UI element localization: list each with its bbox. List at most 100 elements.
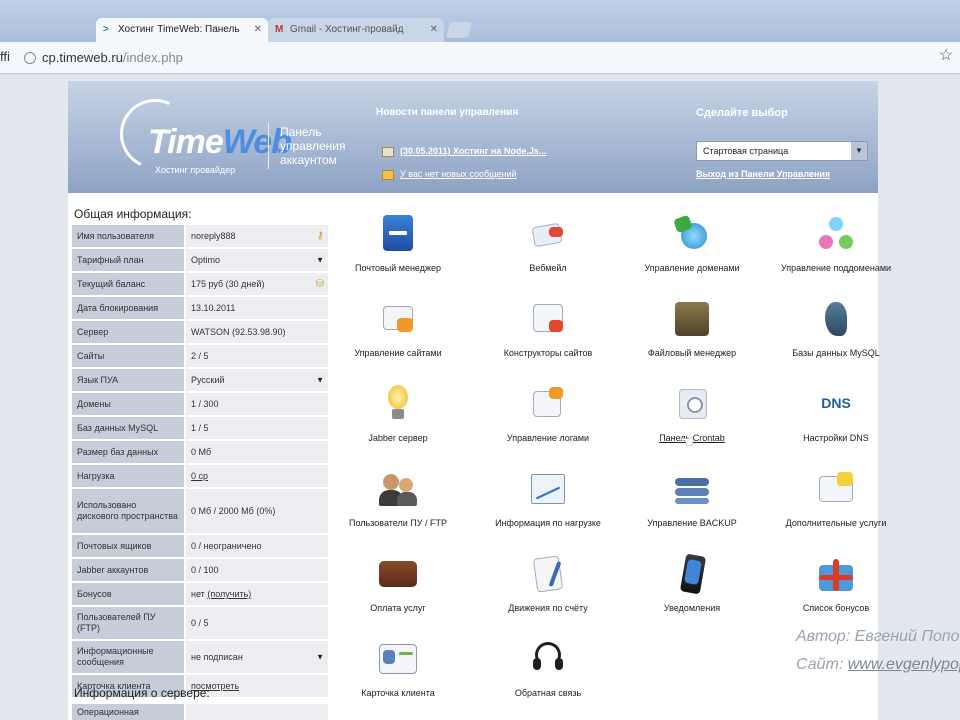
service-label: Информация по нагрузке (495, 518, 601, 528)
info-label: Дата блокирования (72, 297, 184, 319)
service-label: Управление доменами (644, 263, 740, 273)
info-row: Информационные сообщения не подписан ▼ (72, 641, 328, 673)
service-tile[interactable]: Информация по нагрузке (478, 468, 618, 528)
control-panel-page: TimeWeb Хостинг провайдер Панель управле… (68, 81, 891, 720)
service-label: Почтовый менеджер (354, 263, 442, 273)
service-label: Jabber сервер (368, 433, 428, 443)
service-tile[interactable]: Дополнительные услуги (766, 468, 906, 528)
close-icon[interactable]: ✕ (430, 18, 438, 42)
address-bar[interactable]: cp.timeweb.ru/index.php (18, 47, 938, 69)
service-tile[interactable]: Управление BACKUP (622, 468, 762, 528)
dropdown-icon[interactable]: ▼ (316, 653, 324, 662)
get-bonus-link[interactable]: (получить) (207, 589, 251, 599)
service-tile[interactable]: Jabber сервер (328, 383, 468, 443)
close-icon[interactable]: ✕ (254, 18, 262, 42)
info-row: Почтовых ящиков 0 / неограничено (72, 535, 328, 557)
url-host: cp.timeweb.ru (42, 50, 123, 65)
browser-tab-bar: > Хостинг TimeWeb: Панель ✕ M Gmail - Хо… (0, 0, 960, 42)
info-value[interactable]: 0 ср (186, 465, 328, 487)
service-label: Уведомления (663, 603, 721, 613)
service-tile[interactable]: Конструкторы сайтов (478, 298, 618, 358)
logo-divider (268, 123, 269, 169)
info-label: Информационные сообщения (72, 641, 184, 673)
service-label: Обратная связь (514, 688, 582, 698)
extra-services-icon (815, 468, 857, 510)
info-label: Пользователей ПУ (FTP) (72, 607, 184, 639)
info-row: Тарифный план Optimo ▼ (72, 249, 328, 271)
bookmark-star-icon[interactable]: ☆ (936, 46, 956, 66)
service-tile[interactable]: Обратная связь (478, 638, 618, 698)
info-row: Дата блокирования 13.10.2011 (72, 297, 328, 319)
subdomains-icon (815, 213, 857, 255)
info-value: 1 / 300 (186, 393, 328, 415)
info-label: Тарифный план (72, 249, 184, 271)
watermark-site: Сайт: www.evgenlypopov (796, 656, 960, 673)
info-label: Нагрузка (72, 465, 184, 487)
jabber-bulb-icon (377, 383, 419, 425)
headset-icon (527, 638, 569, 680)
service-tile[interactable]: Вебмейл (478, 213, 618, 273)
server-info-row: Операционная (72, 704, 328, 720)
info-label: Сервер (72, 321, 184, 343)
tab-gmail[interactable]: M Gmail - Хостинг-провайд ✕ (268, 18, 444, 42)
service-tile[interactable]: Управление доменами (622, 213, 762, 273)
info-label: Текущий баланс (72, 273, 184, 295)
page-header: TimeWeb Хостинг провайдер Панель управле… (68, 81, 878, 193)
service-tile[interactable]: Файловый менеджер (622, 298, 762, 358)
service-label: Список бонусов (802, 603, 870, 613)
info-row: Нагрузка 0 ср (72, 465, 328, 487)
info-row: Размер баз данных 0 Мб (72, 441, 328, 463)
service-tile[interactable]: Оплата услуг (328, 553, 468, 613)
info-value: Optimo ▼ (186, 249, 328, 271)
service-tile[interactable]: Управление логами (478, 383, 618, 443)
dropdown-icon[interactable]: ▼ (316, 376, 324, 385)
gmail-icon: M (275, 24, 284, 35)
new-tab-button[interactable] (445, 22, 473, 38)
service-label: Файловый менеджер (647, 348, 737, 358)
info-row: Имя пользователя noreply888 ⚷ (72, 225, 328, 247)
key-icon: ⚷ (316, 230, 324, 242)
domains-icon (671, 213, 713, 255)
backup-icon (671, 468, 713, 510)
info-label: Бонусов (72, 583, 184, 605)
service-tile[interactable]: Управление сайтами (328, 298, 468, 358)
timeweb-logo[interactable]: TimeWeb (148, 123, 292, 162)
info-label: Использовано дискового пространства (72, 489, 184, 533)
service-label: Вебмейл (529, 263, 567, 273)
info-label: Почтовых ящиков (72, 535, 184, 557)
gift-icon (815, 553, 857, 595)
dropdown-icon[interactable]: ▼ (316, 256, 324, 265)
tab-timeweb[interactable]: > Хостинг TimeWeb: Панель ✕ (96, 18, 268, 42)
client-card-icon (377, 638, 419, 680)
messages-link[interactable]: У вас нет новых сообщений (382, 169, 517, 180)
start-page-select[interactable]: Стартовая страница ▼ (696, 141, 868, 161)
general-info-title: Общая информация: (74, 207, 192, 221)
webmail-icon (527, 213, 569, 255)
news-icon (382, 146, 394, 157)
info-row: Пользователей ПУ (FTP) 0 / 5 (72, 607, 328, 639)
info-label: Имя пользователя (72, 225, 184, 247)
general-info-table: Имя пользователя noreply888 ⚷ Тарифный план… (72, 225, 328, 699)
service-tile[interactable]: Движения по счёту (478, 553, 618, 613)
news-title: Новости панели управления (376, 107, 519, 118)
service-label: Карточка клиента (361, 688, 435, 698)
info-value: WATSON (92.53.98.90) (186, 321, 328, 343)
service-tile[interactable]: Управление поддоменами (766, 213, 906, 273)
service-tile[interactable]: DNS Настройки DNS (766, 383, 906, 443)
info-value (186, 704, 328, 720)
info-value: 0 / 100 (186, 559, 328, 581)
info-value: 0 / 5 (186, 607, 328, 639)
info-label: Баз данных MySQL (72, 417, 184, 439)
news-link[interactable]: (30.05.2011) Хостинг на Node.Js... (382, 146, 546, 157)
logout-link[interactable]: Выход из Панели Управления (696, 169, 830, 179)
service-tile[interactable]: Уведомления (622, 553, 762, 613)
service-tile[interactable]: Пользователи ПУ / FTP (328, 468, 468, 528)
service-tile[interactable]: Базы данных MySQL (766, 298, 906, 358)
service-tile[interactable]: Карточка клиента (328, 638, 468, 698)
info-row: Jabber аккаунтов 0 / 100 (72, 559, 328, 581)
service-tile[interactable]: Почтовый менеджер (328, 213, 468, 273)
mail-manager-icon (377, 213, 419, 255)
service-tile[interactable]: Список бонусов (766, 553, 906, 613)
info-row: Сайты 2 / 5 (72, 345, 328, 367)
logo-subtitle: Хостинг провайдер (155, 165, 236, 175)
